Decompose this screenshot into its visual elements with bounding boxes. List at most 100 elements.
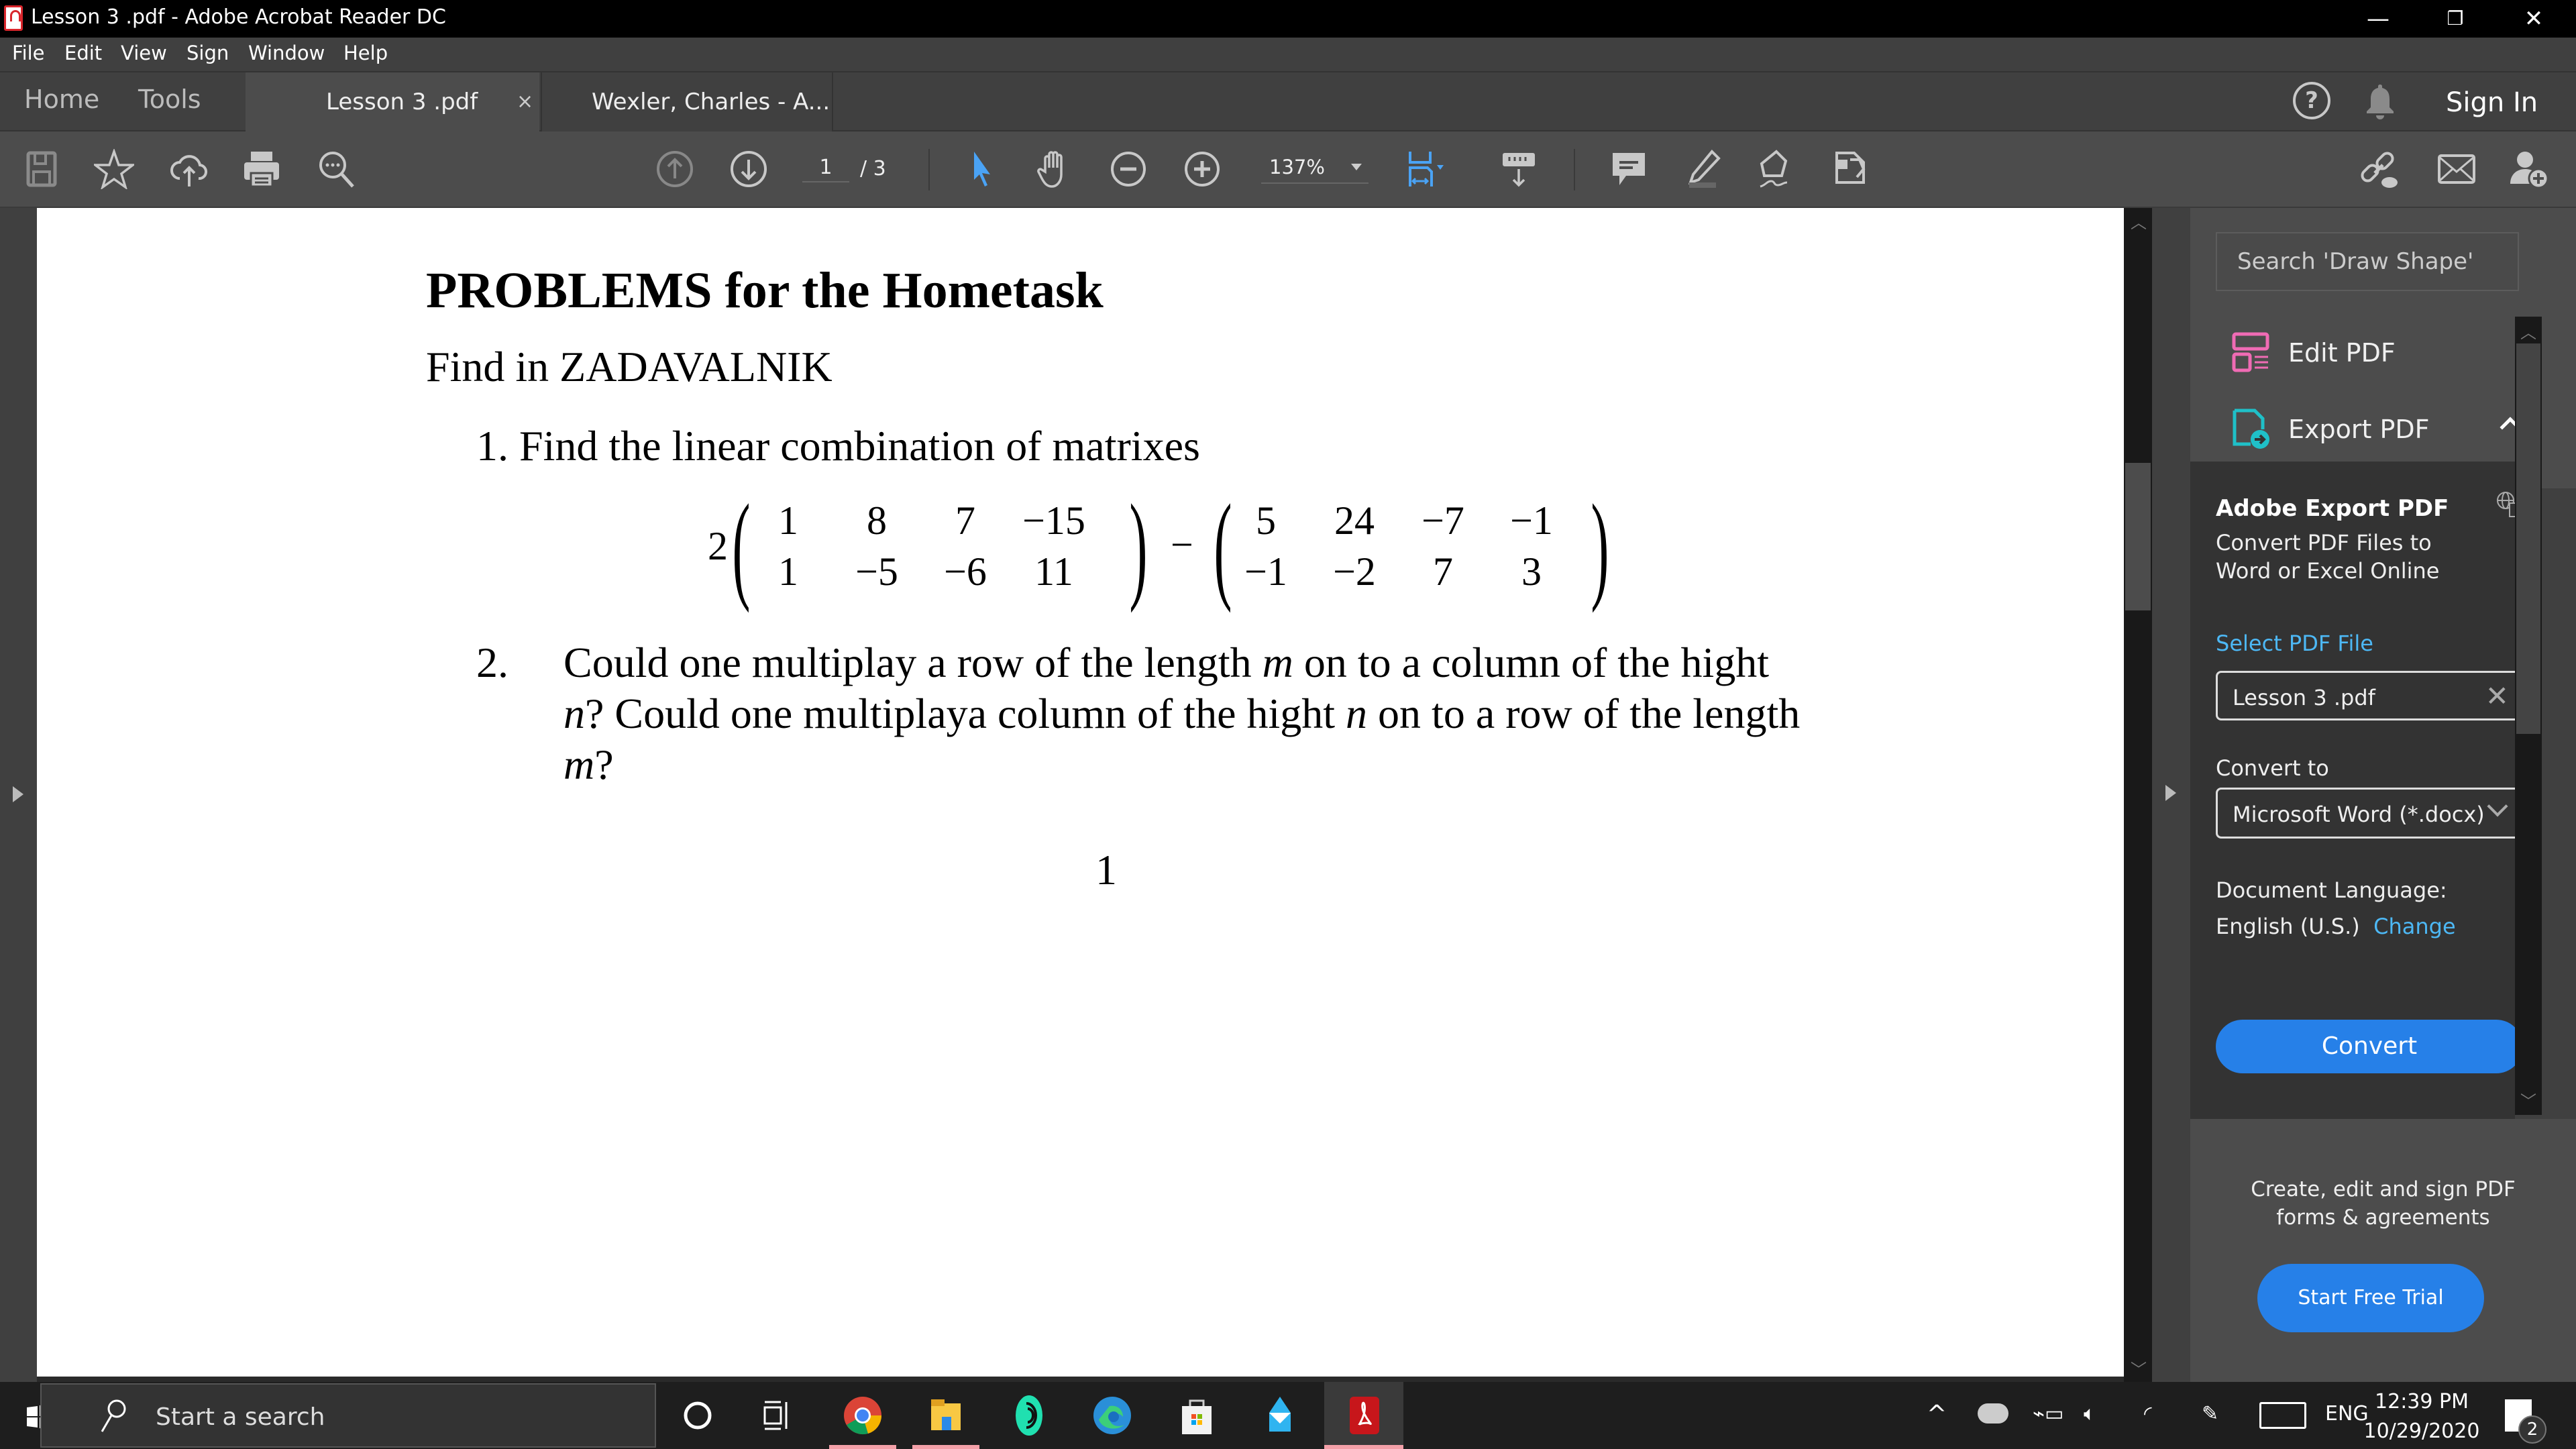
menu-bar: File Edit View Sign Window Help: [0, 38, 2576, 71]
task-view-icon[interactable]: [757, 1394, 800, 1437]
wifi-icon[interactable]: ◜: [2144, 1402, 2152, 1426]
menu-sign[interactable]: Sign: [186, 42, 229, 64]
tool-edit-pdf[interactable]: Edit PDF: [2232, 326, 2396, 380]
right-panel-toggle[interactable]: [2152, 208, 2190, 1382]
notification-count-badge: 2: [2518, 1415, 2546, 1444]
upload-cloud-icon[interactable]: [168, 148, 211, 191]
zoom-level: 137%: [1269, 156, 1325, 178]
matrix-cell: 3: [1521, 549, 1542, 594]
problem-text: Find the linear combination of matrixes: [519, 422, 1200, 470]
email-icon[interactable]: [2435, 148, 2478, 191]
select-cursor-icon[interactable]: [961, 148, 1004, 191]
scroll-down-icon[interactable]: ﹀: [2131, 1356, 2147, 1380]
tab-bar: Home Tools Lesson 3 .pdf × Wexler, Charl…: [0, 71, 2576, 131]
title-bar: Lesson 3 .pdf - Adobe Acrobat Reader DC …: [0, 0, 2576, 38]
menu-file[interactable]: File: [12, 42, 45, 64]
touch-keyboard-icon[interactable]: [2259, 1402, 2306, 1429]
hand-pan-icon[interactable]: [1033, 148, 1076, 191]
volume-icon[interactable]: 🔈︎: [2084, 1402, 2096, 1426]
menu-window[interactable]: Window: [248, 42, 325, 64]
tab-wexler[interactable]: Wexler, Charles - A...: [541, 72, 833, 131]
zoom-in-icon[interactable]: [1181, 148, 1224, 191]
chrome-icon[interactable]: [841, 1394, 884, 1437]
share-link-icon[interactable]: [2357, 148, 2400, 191]
language-value: English (U.S.): [2216, 914, 2360, 939]
matrix-cell: −2: [1333, 549, 1376, 594]
clear-file-icon[interactable]: ✕: [2485, 680, 2509, 712]
scroll-down-icon[interactable]: ﹀: [2520, 1088, 2536, 1112]
menu-edit[interactable]: Edit: [64, 42, 102, 64]
tool-label: Edit PDF: [2288, 338, 2396, 368]
zoom-level-select[interactable]: 137%: [1261, 156, 1368, 184]
scrollbar-thumb[interactable]: [2125, 463, 2151, 610]
search-document-icon[interactable]: [315, 148, 358, 191]
tab-close-button[interactable]: ×: [517, 72, 533, 131]
highlight-pen-icon[interactable]: [1681, 148, 1724, 191]
convert-format-select[interactable]: Microsoft Word (*.docx): [2216, 788, 2523, 839]
taskbar-search-box[interactable]: Start a search: [40, 1383, 656, 1448]
tools-search-input[interactable]: Search 'Draw Shape': [2216, 232, 2519, 291]
matrix-cell: −5: [855, 549, 898, 594]
file-explorer-icon[interactable]: [924, 1394, 967, 1437]
menu-help[interactable]: Help: [343, 42, 388, 64]
cortana-icon[interactable]: [676, 1394, 719, 1437]
tab-lesson-3[interactable]: Lesson 3 .pdf ×: [246, 72, 539, 131]
menu-view[interactable]: View: [121, 42, 167, 64]
tool-export-pdf[interactable]: Export PDF: [2232, 402, 2540, 456]
export-title: Adobe Export PDF: [2216, 495, 2449, 522]
notification-bell-icon[interactable]: [2365, 83, 2395, 119]
spiral-app-icon[interactable]: [1008, 1394, 1051, 1437]
comment-icon[interactable]: [1607, 148, 1650, 191]
edge-icon[interactable]: [1091, 1394, 1134, 1437]
battery-charging-icon[interactable]: ⌁▭: [2033, 1402, 2063, 1426]
toolbar-divider: [928, 149, 930, 191]
restore-button[interactable]: ❐: [2418, 0, 2492, 38]
scroll-up-icon[interactable]: ︿: [2131, 209, 2147, 233]
help-icon[interactable]: ?: [2293, 82, 2330, 119]
tab-home[interactable]: Home: [24, 85, 99, 114]
mail-icon[interactable]: [1258, 1394, 1301, 1437]
sign-pen-icon[interactable]: [1755, 148, 1798, 191]
share-edit-icon[interactable]: [1829, 148, 1872, 191]
start-free-trial-button[interactable]: Start Free Trial: [2257, 1264, 2484, 1332]
previous-page-icon[interactable]: [653, 148, 696, 191]
tool-label: Export PDF: [2288, 415, 2430, 444]
problem-1: 1. Find the linear combination of matrix…: [476, 421, 1200, 471]
selected-file-field[interactable]: Lesson 3 .pdf ✕: [2216, 671, 2523, 720]
bookmark-star-icon[interactable]: [93, 148, 136, 191]
scroll-up-icon[interactable]: ︿: [2520, 319, 2536, 343]
scroll-mode-icon[interactable]: [1497, 148, 1540, 191]
next-page-icon[interactable]: [727, 148, 770, 191]
matrix-cell: 5: [1256, 498, 1276, 543]
select-pdf-file-link[interactable]: Select PDF File: [2216, 631, 2373, 656]
problem-number: 1.: [476, 422, 508, 470]
onedrive-icon[interactable]: [1978, 1403, 2008, 1424]
acrobat-app-icon: [4, 5, 23, 31]
minimize-button[interactable]: —: [2341, 0, 2415, 38]
export-description: Convert PDF Files to Word or Excel Onlin…: [2216, 530, 2440, 584]
save-icon[interactable]: [20, 148, 63, 191]
add-user-icon[interactable]: [2508, 148, 2551, 191]
document-scrollbar[interactable]: ︿ ﹀: [2124, 208, 2152, 1382]
show-hidden-icons-chevron-icon[interactable]: ^: [1927, 1401, 1947, 1428]
microsoft-store-icon[interactable]: [1175, 1394, 1218, 1437]
clock-time: 12:39 PM: [2375, 1390, 2469, 1413]
sign-in-button[interactable]: Sign In: [2446, 87, 2538, 118]
left-nav-panel-toggle[interactable]: [0, 208, 37, 1382]
zoom-out-icon[interactable]: [1107, 148, 1150, 191]
tools-pane-scrollbar[interactable]: ︿ ﹀: [2515, 317, 2542, 1115]
tab-tools[interactable]: Tools: [138, 85, 201, 114]
fit-page-icon[interactable]: [1405, 148, 1448, 191]
change-language-link[interactable]: Change: [2373, 914, 2456, 939]
page-number-input[interactable]: 1: [802, 156, 849, 182]
convert-to-label: Convert to: [2216, 755, 2329, 781]
convert-format-value: Microsoft Word (*.docx): [2233, 802, 2485, 827]
matrix-cell: 1: [778, 549, 798, 594]
pen-ink-workspace-icon[interactable]: ✎: [2202, 1402, 2218, 1426]
clock[interactable]: 12:39 PM 10/29/2020: [2355, 1387, 2489, 1446]
scrollbar-thumb[interactable]: [2516, 343, 2540, 734]
print-icon[interactable]: [240, 148, 283, 191]
acrobat-taskbar-button[interactable]: [1324, 1382, 1403, 1449]
close-window-button[interactable]: ✕: [2497, 0, 2571, 38]
convert-button[interactable]: Convert: [2216, 1020, 2523, 1073]
